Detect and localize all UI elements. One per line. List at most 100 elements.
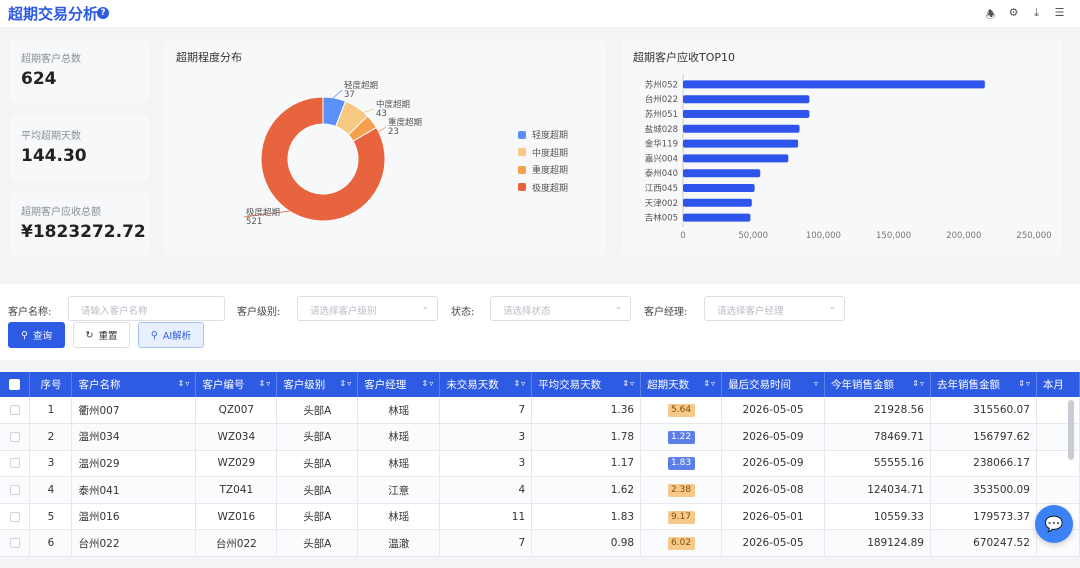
chevron-down-icon: ⌄	[828, 302, 836, 312]
column-header[interactable]: 客户编号 ⇕▿	[195, 372, 278, 397]
legend-item[interactable]: 极度超期	[518, 179, 568, 197]
row-checkbox[interactable]	[0, 450, 31, 478]
table-cell: 2026-05-01	[721, 503, 826, 531]
bar[interactable]	[683, 154, 789, 163]
table-header-row: 序号 客户名称 ⇕▿ 客户编号 ⇕▿ 客户级别 ⇕▿ 客户经理 ⇕▿ 未交易天数 ⇕▿ 平…	[0, 372, 1080, 397]
bar[interactable]	[683, 213, 751, 222]
chat-assistant-button[interactable]: 💬	[1035, 505, 1073, 543]
table-cell: 179573.37	[930, 503, 1037, 531]
column-header[interactable]: 去年销售金额 ⇕▿	[930, 372, 1037, 397]
table-cell: 1.17	[531, 450, 642, 478]
bar[interactable]	[683, 169, 761, 178]
table-scrollbar[interactable]	[1068, 400, 1074, 460]
table-cell: 353500.09	[930, 476, 1037, 504]
row-checkbox[interactable]	[0, 503, 31, 531]
column-header[interactable]: 本月	[1036, 372, 1080, 397]
column-header[interactable]: 超期天数 ⇕▿	[640, 372, 723, 397]
customer-level-select[interactable]: 请选择客户级别 ⌄	[297, 296, 438, 321]
list-settings-icon[interactable]: ☰	[1053, 6, 1066, 25]
bar[interactable]	[683, 80, 985, 89]
sort-filter-icon[interactable]: ⇕▿	[340, 379, 353, 388]
table-row[interactable]: 2 温州034 WZ034 头部A 林瑶 3 1.78 1.22 2026-05-09 78469…	[0, 423, 1080, 451]
table-cell: 台州022	[71, 529, 197, 558]
column-header[interactable]: 今年销售金额 ⇕▿	[824, 372, 931, 397]
toolbar: 🕭 ⚙ ⤓ ☰	[984, 6, 1066, 25]
sort-filter-icon[interactable]: ⇕▿	[259, 379, 272, 388]
chevron-down-icon: ⌄	[421, 302, 429, 312]
table-row[interactable]: 1 衢州007 QZ007 头部A 林瑶 7 1.36 5.64 2026-05-05 21928…	[0, 397, 1080, 425]
sort-filter-icon[interactable]: ⇕▿	[513, 379, 526, 388]
overdue-days-cell: 2.38	[640, 476, 723, 504]
ai-analysis-button[interactable]: ⚲ AI解析	[138, 322, 204, 348]
customer-name-input[interactable]: 请输入客户名称	[68, 296, 225, 321]
donut-label-value: 37	[344, 90, 355, 100]
search-icon: ⚲	[150, 329, 158, 341]
table-cell: 2026-05-05	[721, 397, 826, 425]
bar-category-label: 嘉兴004	[645, 153, 678, 164]
bar[interactable]	[683, 95, 810, 104]
bar[interactable]	[683, 198, 752, 207]
bar[interactable]	[683, 110, 810, 118]
table-row[interactable]: 4 泰州041 TZ041 头部A 江意 4 1.62 2.38 2026-05-08 12403…	[0, 476, 1080, 504]
status-label: 状态:	[451, 307, 475, 318]
table-cell: 1.83	[531, 503, 642, 531]
bell-icon[interactable]: 🕭	[984, 6, 997, 25]
column-header[interactable]: 客户经理 ⇕▿	[357, 372, 441, 397]
column-header[interactable]: 平均交易天数 ⇕▿	[531, 372, 642, 397]
sort-filter-icon[interactable]: ⇕▿	[703, 379, 716, 388]
row-checkbox[interactable]	[0, 423, 31, 451]
select-all-checkbox[interactable]	[0, 372, 31, 397]
table-cell: 10559.33	[824, 503, 931, 531]
column-header[interactable]: 序号	[29, 372, 73, 397]
bar-category-label: 天津002	[645, 198, 678, 209]
table-cell: 江意	[357, 476, 441, 504]
bar-chart: 苏州052 台州022 苏州051 盐城028 金华119 嘉兴004 泰州040 江西045…	[645, 74, 1052, 241]
status-select[interactable]: 请选择状态 ⌄	[490, 296, 631, 321]
column-header[interactable]: 客户级别 ⇕▿	[276, 372, 359, 397]
table-cell: 0.98	[531, 529, 642, 558]
sort-filter-icon[interactable]: ⇕▿	[622, 379, 635, 388]
row-checkbox[interactable]	[0, 529, 31, 558]
sort-filter-icon[interactable]: ⇕▿	[178, 379, 191, 388]
legend-swatch	[518, 148, 526, 157]
table-cell: WZ034	[195, 423, 278, 451]
table-row[interactable]: 6 台州022 台州022 头部A 温澈 7 0.98 6.02 2026-05-05 18912…	[0, 529, 1080, 558]
stat-value: ¥1823272.72	[21, 222, 146, 242]
table-cell: WZ029	[195, 450, 278, 478]
table-cell: 林瑶	[357, 503, 441, 531]
query-button[interactable]: ⚲ 查询	[8, 322, 65, 348]
legend-item[interactable]: 轻度超期	[518, 126, 568, 144]
manager-select[interactable]: 请选择客户经理 ⌄	[704, 296, 845, 321]
row-checkbox[interactable]	[0, 476, 31, 504]
sort-filter-icon[interactable]: ⇕▿	[912, 379, 925, 388]
select-placeholder: 请选择客户级别	[310, 306, 377, 317]
legend-item[interactable]: 中度超期	[518, 144, 568, 162]
bar[interactable]	[683, 124, 800, 133]
overdue-badge: 5.64	[667, 404, 695, 418]
customer-name-label: 客户名称:	[8, 307, 52, 318]
download-icon[interactable]: ⤓	[1030, 6, 1043, 25]
data-table: 序号 客户名称 ⇕▿ 客户编号 ⇕▿ 客户级别 ⇕▿ 客户经理 ⇕▿ 未交易天数 ⇕▿ 平…	[0, 372, 1080, 558]
table-row[interactable]: 5 温州016 WZ016 头部A 林瑶 11 1.83 9.17 2026-05-01 1055…	[0, 503, 1080, 531]
sort-filter-icon[interactable]: ⇕▿	[422, 379, 435, 388]
table-cell: 1.62	[531, 476, 642, 504]
question-icon[interactable]: ?	[97, 7, 109, 19]
gear-icon[interactable]: ⚙	[1007, 6, 1020, 25]
column-header[interactable]: 客户名称 ⇕▿	[71, 372, 197, 397]
manager-label: 客户经理:	[644, 307, 688, 318]
column-header[interactable]: 未交易天数 ⇕▿	[439, 372, 533, 397]
table-cell: 156797.62	[930, 423, 1037, 451]
table-row[interactable]: 3 温州029 WZ029 头部A 林瑶 3 1.17 1.83 2026-05-09 55555…	[0, 450, 1080, 478]
table-cell: 315560.07	[930, 397, 1037, 425]
bar[interactable]	[683, 184, 755, 192]
bar[interactable]	[683, 139, 799, 148]
table-cell: 3	[439, 450, 533, 478]
table-cell: 头部A	[276, 423, 359, 451]
sort-filter-icon[interactable]: ⇕▿	[1018, 379, 1031, 388]
row-checkbox[interactable]	[0, 397, 31, 425]
sort-filter-icon[interactable]: ▿	[814, 379, 819, 388]
stat-value: 144.30	[21, 146, 87, 166]
reset-button[interactable]: ↻ 重置	[73, 322, 130, 348]
column-header[interactable]: 最后交易时间 ▿	[721, 372, 826, 397]
legend-item[interactable]: 重度超期	[518, 161, 568, 179]
